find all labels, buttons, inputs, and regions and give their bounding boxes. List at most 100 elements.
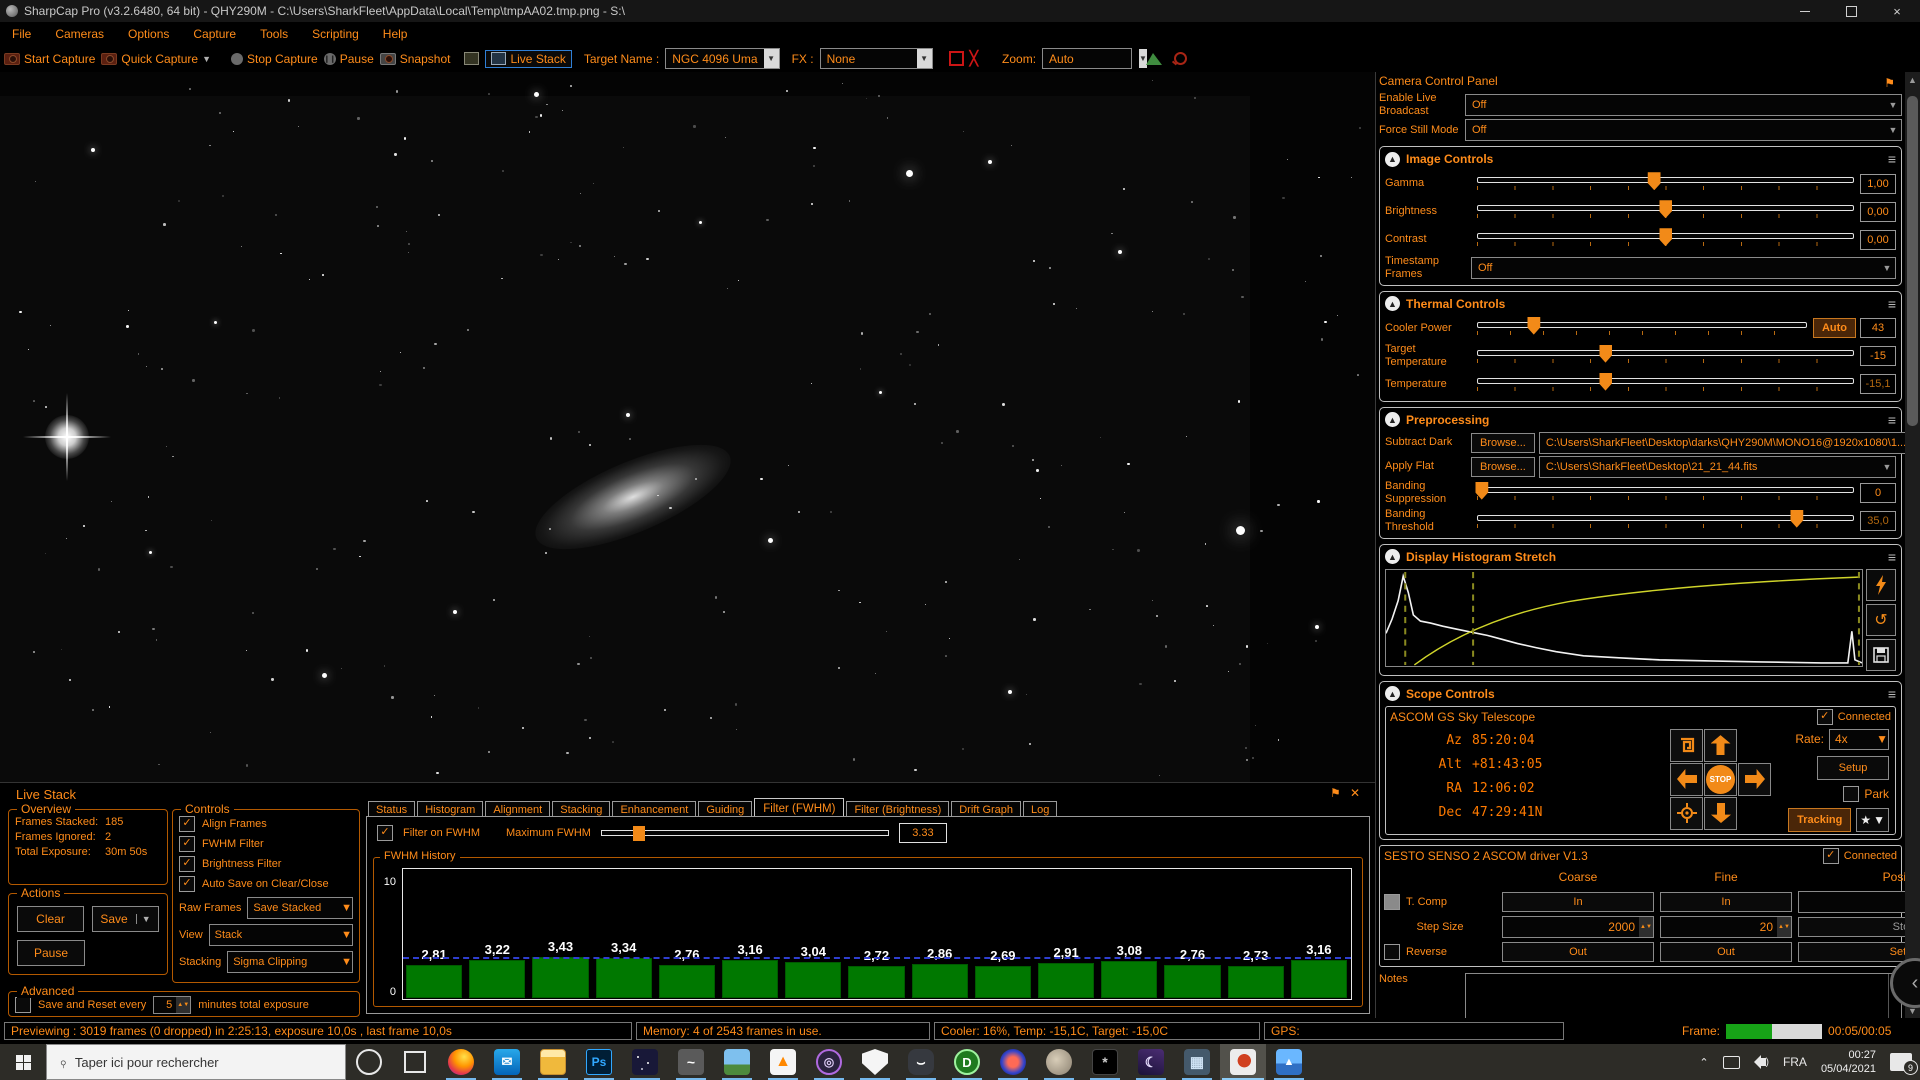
language-indicator[interactable]: FRA [1783,1055,1807,1069]
park-checkbox[interactable]: Park [1843,786,1889,802]
spiral-search-button[interactable] [1670,729,1703,762]
view-select[interactable]: Stack ▼ [209,924,353,946]
taskbar-app-vlc[interactable]: ▲ [760,1044,806,1080]
quick-capture-button[interactable]: Quick Capture ▼ [101,52,211,66]
target-temperature-slider[interactable] [1477,350,1854,363]
section-menu-icon[interactable]: ≡ [1888,151,1896,167]
fx-select[interactable]: None ▼ [820,48,933,69]
brightness-slider[interactable] [1477,205,1854,218]
taskbar-app-calculator[interactable]: ▦ [1174,1044,1220,1080]
subtract-dark-browse-button[interactable]: Browse... [1471,433,1535,453]
taskbar-app-image-viewer[interactable] [714,1044,760,1080]
banding-suppression-slider[interactable] [1477,487,1854,500]
collapse-icon[interactable]: ▲ [1385,686,1400,701]
coarse-out-button[interactable]: Out [1502,942,1654,962]
enable-live-broadcast-select[interactable]: Off ▼ [1465,94,1902,116]
maximum-fwhm-slider[interactable] [601,830,889,836]
pause-stack-button[interactable]: Pause [17,940,85,966]
scroll-up-icon[interactable]: ▲ [1905,72,1920,87]
taskbar-app-security[interactable] [852,1044,898,1080]
taskbar-app-firefox[interactable] [438,1044,484,1080]
section-menu-icon[interactable]: ≡ [1888,686,1896,702]
histogram-stretch-plot[interactable] [1385,569,1863,667]
tab-drift-graph[interactable]: Drift Graph [951,801,1021,817]
save-stretch-button[interactable] [1866,639,1896,671]
stop-capture-button[interactable]: Stop Capture [231,52,318,66]
menu-item-cameras[interactable]: Cameras [43,27,116,41]
camera-image-view[interactable] [0,72,1375,782]
gamma-slider[interactable] [1477,177,1854,190]
focuser-connected-checkbox[interactable]: Connected [1823,848,1897,864]
maximum-fwhm-value[interactable]: 3.33 [899,823,947,843]
slew-left-button[interactable] [1670,763,1703,796]
menu-item-help[interactable]: Help [371,27,420,41]
slew-up-button[interactable] [1704,729,1737,762]
menu-item-scripting[interactable]: Scripting [300,27,371,41]
coarse-step-spinner[interactable]: 2000 ▲▼ [1502,916,1654,938]
tab-filter-fwhm-[interactable]: Filter (FWHM) [754,798,844,818]
magnifier-icon[interactable] [1174,52,1187,65]
live-stack-button[interactable]: Live Stack [485,50,571,68]
collapse-icon[interactable]: ▲ [1385,296,1400,311]
task-view-button[interactable] [392,1044,438,1080]
fine-out-button[interactable]: Out [1660,942,1792,962]
taskbar-app-mail[interactable]: ✉ [484,1044,530,1080]
auto-stretch-button[interactable] [1866,569,1896,601]
scope-setup-button[interactable]: Setup [1817,756,1889,780]
zoom-select[interactable]: Auto ▼ [1042,48,1132,69]
snapshot-button[interactable]: Snapshot [380,52,451,66]
goto-target-button[interactable] [1670,797,1703,830]
taskbar-search-input[interactable]: ⌕ Taper ici pour rechercher [46,1044,346,1080]
collapse-icon[interactable]: ▲ [1385,412,1400,427]
taskbar-app-photoshop[interactable]: Ps [576,1044,622,1080]
scope-connected-checkbox[interactable]: Connected [1817,709,1891,725]
menu-item-capture[interactable]: Capture [181,27,248,41]
checkbox-fwhm-filter[interactable]: FWHM Filter [179,836,353,852]
tab-stacking[interactable]: Stacking [552,801,610,817]
spinner-arrows-icon[interactable]: ▲▼ [176,997,190,1013]
minutes-spinner[interactable]: 5 ▲▼ [153,996,191,1014]
subtract-dark-path-select[interactable]: C:\Users\SharkFleet\Desktop\darks\QHY290… [1539,432,1920,454]
taskbar-app-phd2[interactable]: ◎ [806,1044,852,1080]
section-menu-icon[interactable]: ≡ [1888,549,1896,565]
minimize-button[interactable] [1782,0,1828,22]
taskbar-app-explorer[interactable] [530,1044,576,1080]
tab-enhancement[interactable]: Enhancement [612,801,696,817]
start-button[interactable] [0,1044,46,1080]
maximize-button[interactable] [1828,0,1874,22]
apply-flat-browse-button[interactable]: Browse... [1471,457,1535,477]
notifications-icon[interactable]: 9 [1890,1053,1912,1071]
tab-log[interactable]: Log [1023,801,1057,817]
start-capture-button[interactable]: Start Capture [4,52,95,66]
apply-flat-path-select[interactable]: C:\Users\SharkFleet\Desktop\21_21_44.fit… [1539,456,1896,478]
collapse-icon[interactable]: ▲ [1385,152,1400,167]
cortana-button[interactable] [346,1044,392,1080]
taskbar-app-planet[interactable] [1036,1044,1082,1080]
tab-filter-brightness-[interactable]: Filter (Brightness) [846,801,949,817]
checkbox-align-frames[interactable]: Align Frames [179,816,353,832]
menu-item-options[interactable]: Options [116,27,181,41]
tray-chevron-icon[interactable]: ⌃ [1699,1056,1708,1069]
focuser-setup-button[interactable]: Setup [1798,942,1920,962]
volume-icon[interactable]: ) [1754,1055,1769,1069]
clock[interactable]: 00:27 05/04/2021 [1821,1048,1876,1077]
fine-step-spinner[interactable]: 20 ▲▼ [1660,916,1792,938]
pin-icon[interactable]: ⚑ [1330,786,1341,800]
taskbar-app-photos[interactable]: ▲ [1266,1044,1312,1080]
brightness-value[interactable]: 0,00 [1860,202,1896,222]
clear-button[interactable]: Clear [17,906,84,932]
taskbar-app-dark-sky[interactable]: * [1082,1044,1128,1080]
selection-rectangle-icon[interactable] [949,51,964,66]
banding-threshold-slider[interactable] [1477,515,1854,528]
focuser-stop-button[interactable]: Stop [1798,917,1920,937]
checkbox-auto-save-on-clear-close[interactable]: Auto Save on Clear/Close [179,876,353,892]
histogram-icon[interactable] [1146,53,1162,65]
tab-guiding[interactable]: Guiding [698,801,752,817]
t-comp-checkbox[interactable]: T. Comp [1384,894,1496,910]
raw-frames-select[interactable]: Save Stacked ▼ [247,897,353,919]
stacking-select[interactable]: Sigma Clipping ▼ [227,951,353,973]
banding-threshold-value[interactable]: 35,0 [1860,511,1896,531]
contrast-value[interactable]: 0,00 [1860,230,1896,250]
taskbar-app-deepskystacker[interactable]: D [944,1044,990,1080]
gamma-value[interactable]: 1,00 [1860,174,1896,194]
